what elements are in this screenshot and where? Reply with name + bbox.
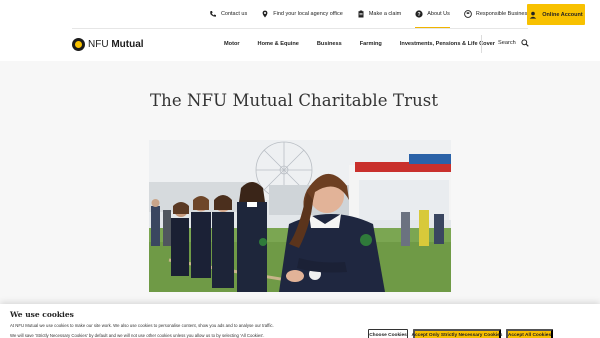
search-label: Search	[498, 40, 516, 46]
phone-icon	[209, 10, 217, 18]
leaf-globe-icon	[464, 10, 472, 18]
nav-item-farming[interactable]: Farming	[360, 41, 382, 47]
user-icon	[529, 11, 537, 19]
cookie-heading: We use cookies	[10, 310, 74, 319]
nav-item-business[interactable]: Business	[317, 41, 342, 47]
choose-cookies-button[interactable]: Choose Cookies	[368, 329, 408, 338]
hero-image	[149, 140, 451, 292]
about-us-label: About Us	[427, 11, 450, 17]
clipboard-icon	[357, 10, 365, 18]
accept-necessary-cookies-button[interactable]: Accept Only Strictly Necessary Cookies	[412, 329, 502, 338]
contact-us-label: Contact us	[220, 11, 248, 17]
logo-emblem-icon	[72, 37, 85, 51]
hero-photo-illustration	[149, 140, 451, 292]
online-account-button[interactable]: Online Account	[527, 4, 585, 25]
contact-us-link[interactable]: Contact us	[209, 0, 247, 28]
nav-item-motor[interactable]: Motor	[224, 41, 240, 47]
search-button[interactable]: Search	[498, 39, 529, 47]
svg-text:?: ?	[418, 12, 421, 18]
page-title: The NFU Mutual Charitable Trust	[150, 91, 439, 110]
logo-text: NFU Mutual	[88, 38, 144, 50]
responsible-business-label: Responsible Business	[475, 11, 530, 17]
find-agency-label: Find your local agency office	[273, 11, 343, 17]
utility-bar: Contact us Find your local agency office…	[0, 0, 600, 28]
cookie-text-line-2: We will save 'Strictly Necessary Cookies…	[10, 333, 265, 338]
location-pin-icon	[261, 10, 269, 18]
accept-all-cookies-button[interactable]: Accept All Cookies	[506, 329, 553, 338]
nfu-mutual-logo[interactable]: NFU Mutual	[72, 37, 144, 51]
responsible-business-link[interactable]: Responsible Business	[464, 0, 530, 28]
find-agency-link[interactable]: Find your local agency office	[261, 0, 343, 28]
main-navigation: NFU Mutual Motor Home & Equine Business …	[0, 29, 600, 59]
cookie-text-line-1: At NFU Mutual we use cookies to make our…	[10, 323, 274, 328]
about-us-link[interactable]: ? About Us	[415, 0, 450, 28]
search-icon	[521, 39, 529, 47]
nav-item-home-equine[interactable]: Home & Equine	[258, 41, 299, 47]
make-claim-link[interactable]: Make a claim	[357, 0, 401, 28]
make-claim-label: Make a claim	[368, 11, 402, 17]
question-icon: ?	[415, 10, 423, 18]
nav-divider	[481, 35, 482, 53]
nav-menu: Motor Home & Equine Business Farming Inv…	[224, 29, 495, 59]
online-account-label: Online Account	[542, 11, 583, 18]
